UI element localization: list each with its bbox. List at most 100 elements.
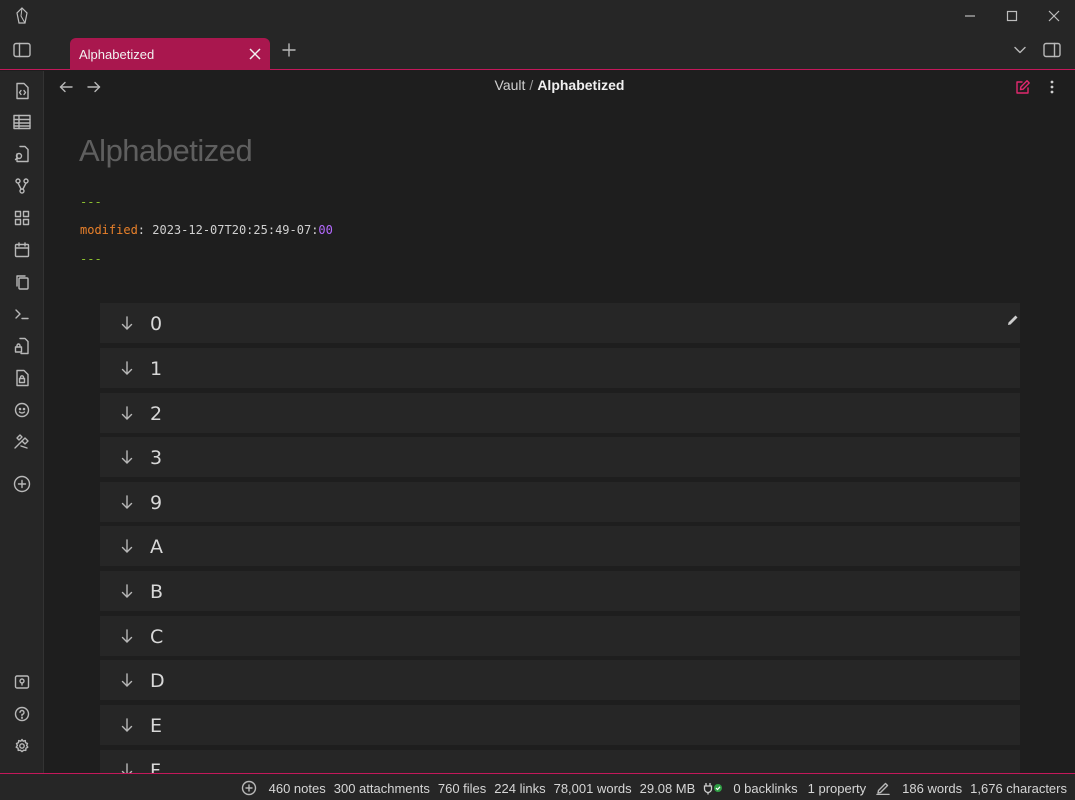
add-circle-icon: [241, 780, 256, 796]
arrow-down-icon: [121, 584, 133, 598]
maximize-button[interactable]: [1000, 6, 1024, 26]
arrow-down-icon: [121, 673, 133, 687]
edit-mode-button[interactable]: [1013, 77, 1033, 97]
status-characters: 1,676 characters: [970, 780, 1067, 796]
frontmatter-value: 2023-12-07T20:25:49-07:: [152, 223, 319, 237]
status-edit-indicator[interactable]: [876, 781, 890, 795]
group-label: F: [150, 760, 161, 773]
note-title[interactable]: Alphabetized: [79, 133, 253, 169]
ribbon-help-button[interactable]: [12, 704, 32, 724]
group-label: A: [150, 536, 163, 558]
tab-alphabetized[interactable]: Alphabetized: [70, 38, 270, 70]
table-icon: [13, 114, 31, 130]
close-window-button[interactable]: [1042, 6, 1066, 26]
ribbon-vault-button[interactable]: [12, 672, 32, 692]
ribbon-graph-button[interactable]: [12, 176, 32, 196]
file-lock-icon: [14, 337, 29, 355]
editor-pane: Vault / Alphabetized Alphabetized --- modi…: [44, 71, 1075, 773]
frontmatter-value-tail: 00: [318, 223, 333, 237]
frontmatter-modified[interactable]: modified: 2023-12-07T20:25:49-07:00: [80, 223, 333, 237]
ribbon-face-button[interactable]: [12, 400, 32, 420]
ribbon-file-code-button[interactable]: [12, 81, 32, 101]
ribbon-file-lock-button[interactable]: [12, 336, 32, 356]
maximize-icon: [1006, 10, 1018, 22]
toggle-right-sidebar-button[interactable]: [1039, 37, 1065, 63]
arrow-down-icon: [121, 629, 133, 643]
more-vertical-icon: [1050, 80, 1054, 94]
group-row[interactable]: B: [100, 571, 1020, 613]
more-options-button[interactable]: [1042, 77, 1062, 97]
ribbon-file-search-button[interactable]: [12, 144, 32, 164]
group-row[interactable]: 3: [100, 437, 1020, 479]
arrow-down-icon: [121, 763, 133, 773]
close-tab-icon[interactable]: [248, 47, 262, 61]
sidebar-left-icon: [13, 42, 31, 58]
graph-icon: [15, 178, 29, 194]
group-label: 2: [150, 403, 163, 425]
left-ribbon: [0, 71, 44, 773]
new-tab-button[interactable]: [276, 37, 302, 63]
add-circle-icon: [13, 475, 31, 493]
tab-list-button[interactable]: [1007, 37, 1033, 63]
breadcrumb-current[interactable]: Alphabetized: [537, 77, 624, 93]
edit-note-icon: [1016, 80, 1030, 94]
status-items: 460 notes 300 attachments 760 files 224 …: [233, 780, 1067, 796]
ribbon-lock-file-button[interactable]: [12, 368, 32, 388]
ribbon-terminal-button[interactable]: [12, 304, 32, 324]
ribbon-tools-button[interactable]: [12, 432, 32, 452]
group-label: 9: [150, 492, 163, 514]
plus-icon: [282, 43, 296, 57]
help-icon: [14, 706, 30, 722]
sidebar-right-icon: [1043, 42, 1061, 58]
group-row[interactable]: F: [100, 750, 1020, 773]
vault-icon: [14, 675, 30, 689]
group-label: 0: [150, 313, 163, 335]
status-plugin-indicator[interactable]: [703, 781, 725, 795]
status-properties[interactable]: 1 property: [808, 781, 867, 796]
arrow-down-icon: [121, 450, 133, 464]
group-row[interactable]: 1: [100, 348, 1020, 390]
group-row[interactable]: D: [100, 660, 1020, 702]
status-vault-words: 78,001 words: [553, 780, 632, 796]
status-backlinks[interactable]: 0 backlinks: [733, 781, 797, 796]
calendar-icon: [14, 242, 30, 258]
group-row[interactable]: 9: [100, 482, 1020, 524]
group-row[interactable]: E: [100, 705, 1020, 747]
ribbon-settings-button[interactable]: [12, 736, 32, 756]
breadcrumb-vault[interactable]: Vault: [495, 77, 526, 93]
status-bar: 460 notes 300 attachments 760 files 224 …: [0, 773, 1075, 800]
arrow-down-icon: [121, 539, 133, 553]
status-add-button[interactable]: [241, 780, 257, 796]
settings-icon: [15, 738, 29, 753]
toggle-left-sidebar-button[interactable]: [9, 37, 35, 63]
status-size: 29.08 MB: [639, 780, 696, 796]
ribbon-table-button[interactable]: [12, 112, 32, 132]
ribbon-grid-button[interactable]: [12, 208, 32, 228]
tab-title: Alphabetized: [79, 46, 155, 62]
status-note-words: 186 words: [902, 780, 963, 796]
pencil-icon[interactable]: [1006, 313, 1020, 327]
ribbon-add-button[interactable]: [12, 474, 32, 494]
breadcrumb: Vault / Alphabetized: [44, 77, 1075, 93]
tab-bar: Alphabetized: [0, 32, 1075, 70]
group-label: C: [150, 626, 164, 648]
group-label: 1: [150, 358, 163, 380]
terminal-icon: [15, 309, 29, 320]
group-row[interactable]: 2: [100, 393, 1020, 435]
close-icon: [1048, 10, 1060, 22]
ribbon-copy-button[interactable]: [12, 272, 32, 292]
group-row[interactable]: C: [100, 616, 1020, 658]
group-label: 3: [150, 447, 163, 469]
group-label: E: [150, 715, 163, 737]
tools-icon: [14, 434, 29, 449]
group-row[interactable]: A: [100, 526, 1020, 568]
ribbon-calendar-button[interactable]: [12, 240, 32, 260]
file-code-icon: [16, 82, 29, 100]
arrow-down-icon: [121, 316, 133, 330]
minimize-button[interactable]: [958, 6, 982, 26]
window-titlebar: [0, 0, 1075, 32]
group-row[interactable]: 0: [100, 303, 1020, 345]
face-icon: [14, 402, 30, 418]
copy-icon: [16, 275, 29, 290]
frontmatter-close-delimiter: ---: [80, 252, 102, 266]
